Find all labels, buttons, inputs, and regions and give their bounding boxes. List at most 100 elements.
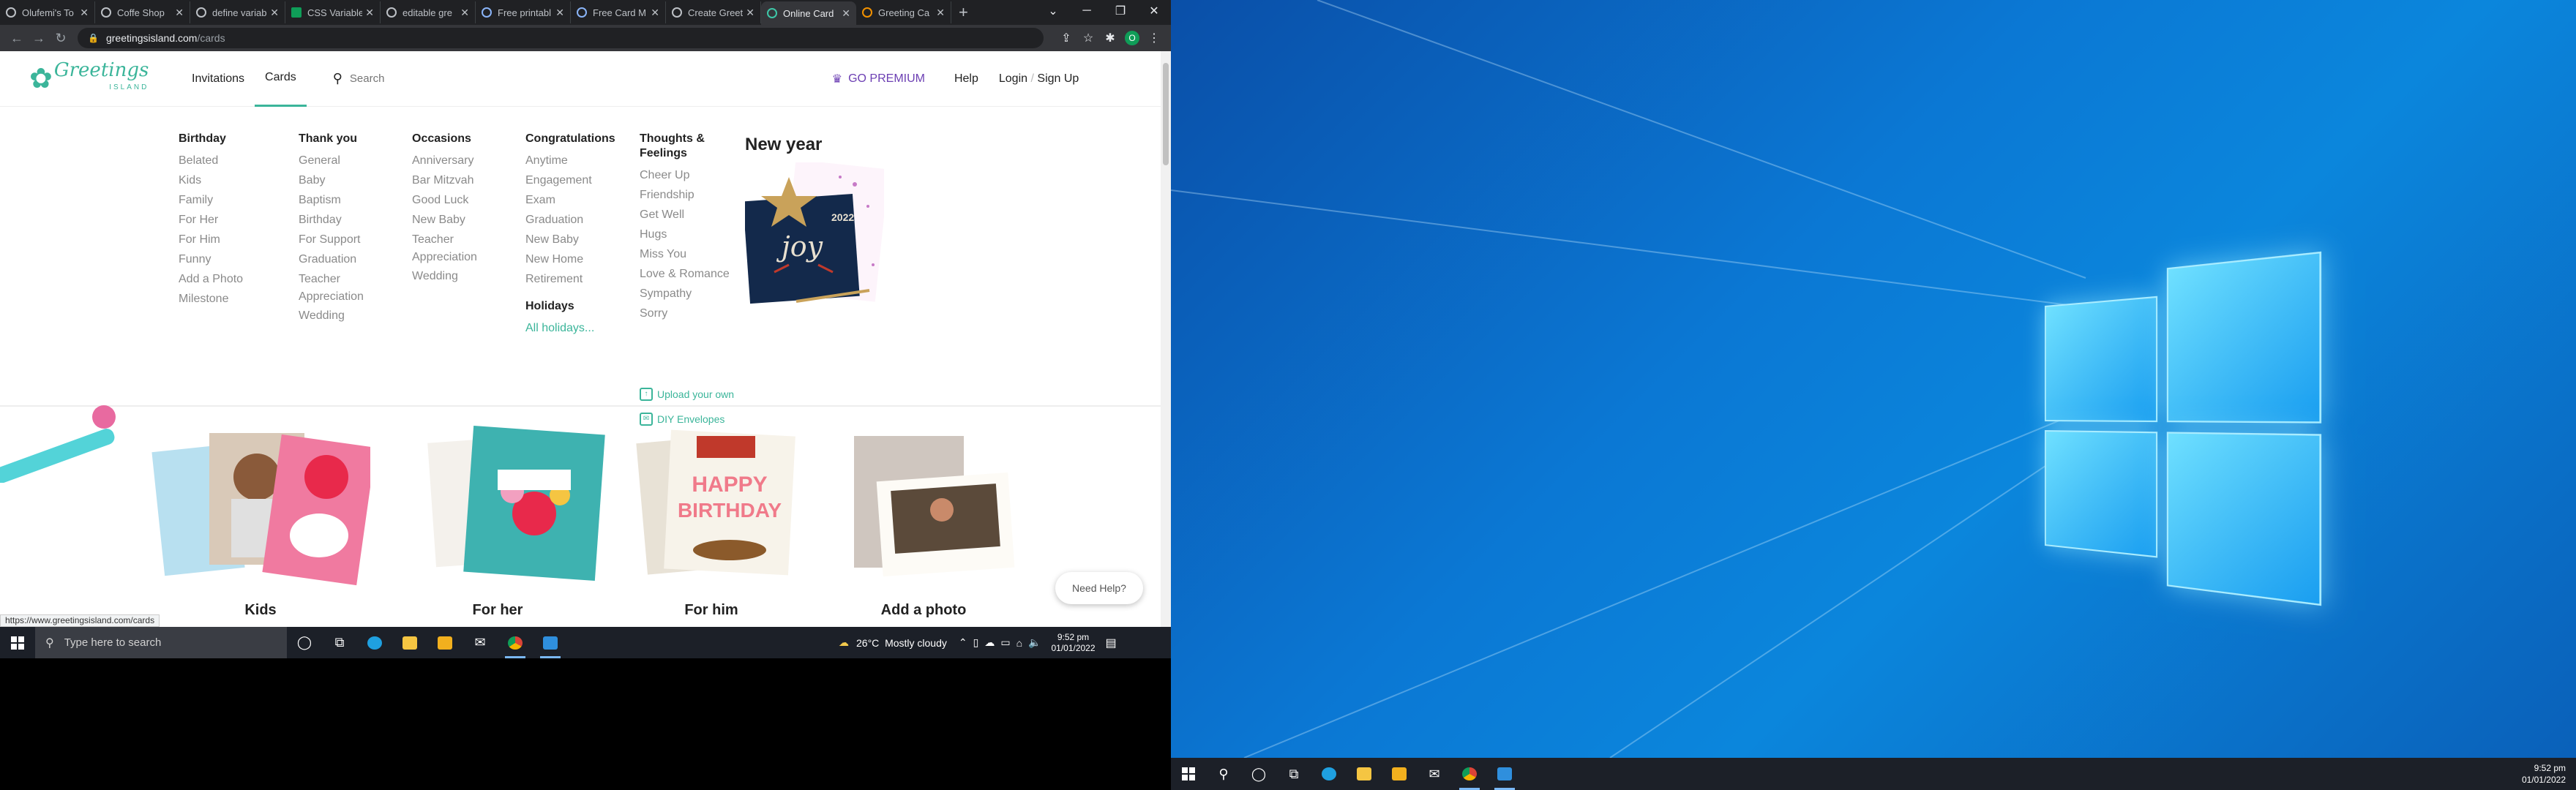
store-icon[interactable] xyxy=(427,627,463,658)
menu-link[interactable]: Sorry xyxy=(640,304,730,323)
browser-tab[interactable]: Create Greet ✕ xyxy=(666,1,761,23)
menu-link[interactable]: New Baby xyxy=(525,230,615,249)
taskbar-clock[interactable]: 9:52 pm 01/01/2022 xyxy=(1051,632,1095,654)
page-scrollbar[interactable] xyxy=(1161,51,1171,627)
menu-link[interactable]: General xyxy=(299,151,364,170)
browser-tab[interactable]: Olufemi's To ✕ xyxy=(0,1,95,23)
reload-button[interactable]: ↻ xyxy=(50,31,72,46)
maximize-button[interactable]: ❐ xyxy=(1104,0,1137,22)
diy-envelopes-link[interactable]: ✉ DIY Envelopes xyxy=(640,413,724,426)
product-for-him[interactable]: HAPPY BIRTHDAY For him xyxy=(602,426,821,623)
battery-icon[interactable]: ▭ xyxy=(1000,636,1010,649)
menu-link[interactable]: Wedding xyxy=(412,266,477,286)
login-link[interactable]: Login xyxy=(999,72,1027,85)
menu-link[interactable]: New Baby xyxy=(412,210,477,230)
menu-link[interactable]: Cheer Up xyxy=(640,165,730,185)
browser-tab[interactable]: define variab ✕ xyxy=(190,1,285,23)
menu-link[interactable]: Miss You xyxy=(640,244,730,264)
mail-icon[interactable]: ✉ xyxy=(463,627,498,658)
weather-widget[interactable]: ☁ 26°C Mostly cloudy xyxy=(839,636,947,649)
greetings-island-logo[interactable]: ✿ Greetings ISLAND xyxy=(29,61,146,97)
menu-link[interactable]: Kids xyxy=(179,170,243,190)
close-icon[interactable]: ✕ xyxy=(555,7,564,19)
menu-link[interactable]: Belated xyxy=(179,151,243,170)
cortana-icon[interactable]: ◯ xyxy=(1241,759,1276,790)
mail-icon[interactable]: ✉ xyxy=(1417,759,1452,790)
forward-button[interactable]: → xyxy=(28,31,50,46)
file-explorer-icon[interactable] xyxy=(392,627,427,658)
address-bar[interactable]: 🔒 greetingsisland.com/cards xyxy=(78,28,1044,48)
menu-heading[interactable]: Birthday xyxy=(179,132,243,146)
taskbar-search[interactable]: ⚲ Type here to search xyxy=(35,627,287,658)
cortana-icon[interactable]: ◯ xyxy=(287,627,322,658)
menu-link[interactable]: Anniversary xyxy=(412,151,477,170)
vscode-icon[interactable] xyxy=(1487,759,1522,790)
start-button[interactable] xyxy=(0,627,35,658)
browser-tab[interactable]: Free printabl ✕ xyxy=(476,1,571,23)
lock-icon[interactable]: 🔒 xyxy=(88,33,99,43)
menu-link[interactable]: New Home xyxy=(525,249,615,269)
new-year-card-image[interactable]: joy 2022 xyxy=(745,162,884,309)
menu-link[interactable]: Love & Romance xyxy=(640,264,730,284)
close-icon[interactable]: ✕ xyxy=(80,7,89,19)
browser-tab[interactable]: editable gre ✕ xyxy=(381,1,476,23)
menu-link[interactable]: Hugs xyxy=(640,225,730,244)
share-icon[interactable]: ⇪ xyxy=(1055,31,1077,45)
vscode-icon[interactable] xyxy=(533,627,568,658)
phone-icon[interactable]: ▯ xyxy=(973,636,979,649)
featured-new-year[interactable]: New year joy 2022 xyxy=(745,135,822,158)
browser-tab[interactable]: Greeting Ca ✕ xyxy=(856,1,951,23)
menu-heading-holidays[interactable]: Holidays xyxy=(525,299,615,314)
menu-heading[interactable]: Thank you xyxy=(299,132,364,146)
product-for-her[interactable]: For her xyxy=(388,426,607,623)
menu-kebab-icon[interactable]: ⋮ xyxy=(1143,31,1165,45)
upload-own-link[interactable]: ↑ Upload your own xyxy=(640,388,734,401)
menu-link[interactable]: For Support xyxy=(299,230,364,249)
help-link[interactable]: Help xyxy=(954,72,978,86)
menu-link[interactable]: Exam xyxy=(525,190,615,210)
menu-link[interactable]: Get Well xyxy=(640,205,730,225)
menu-link[interactable]: Baptism xyxy=(299,190,364,210)
task-view-icon[interactable]: ⧉ xyxy=(322,627,357,658)
chevron-up-icon[interactable]: ⌃ xyxy=(959,636,967,649)
new-tab-button[interactable]: + xyxy=(959,3,968,22)
nav-cards[interactable]: Cards xyxy=(255,51,307,107)
menu-link[interactable]: Retirement xyxy=(525,269,615,289)
menu-link[interactable]: Good Luck xyxy=(412,190,477,210)
bookmark-star-icon[interactable]: ☆ xyxy=(1077,31,1099,45)
search-input[interactable] xyxy=(350,72,789,85)
minimize-button[interactable]: ─ xyxy=(1070,0,1104,22)
close-icon[interactable]: ✕ xyxy=(651,7,659,19)
menu-link[interactable]: Friendship xyxy=(640,185,730,205)
menu-link[interactable]: Anytime xyxy=(525,151,615,170)
menu-link[interactable]: Baby xyxy=(299,170,364,190)
profile-avatar[interactable]: O xyxy=(1125,31,1139,45)
close-icon[interactable]: ✕ xyxy=(270,7,279,19)
menu-link[interactable]: Bar Mitzvah xyxy=(412,170,477,190)
menu-link[interactable]: Teacher xyxy=(299,271,364,288)
notification-icon[interactable]: ▤ xyxy=(1106,636,1117,650)
menu-link[interactable]: Wedding xyxy=(299,306,364,326)
edge-icon[interactable] xyxy=(1311,759,1347,790)
menu-link[interactable]: Family xyxy=(179,190,243,210)
all-holidays-link[interactable]: All holidays... xyxy=(525,318,615,338)
menu-link[interactable]: Teacher xyxy=(412,231,477,249)
search-icon[interactable]: ⚲ xyxy=(1206,759,1241,790)
menu-link[interactable]: Graduation xyxy=(299,249,364,269)
volume-icon[interactable]: 🔈 xyxy=(1028,636,1041,649)
signup-link[interactable]: Sign Up xyxy=(1037,72,1079,85)
product-add-photo[interactable]: Add a photo xyxy=(814,426,1033,623)
browser-tab[interactable]: CSS Variable ✕ xyxy=(285,1,381,23)
network-icon[interactable]: ⌂ xyxy=(1016,637,1022,649)
menu-link[interactable]: Milestone xyxy=(179,289,243,309)
menu-heading[interactable]: Occasions xyxy=(412,132,477,146)
task-view-icon[interactable]: ⧉ xyxy=(1276,759,1311,790)
product-kids[interactable]: Kids xyxy=(151,426,370,623)
browser-tab-active[interactable]: Online Card ✕ xyxy=(761,1,856,25)
cloud-icon[interactable]: ☁ xyxy=(984,636,995,649)
browser-tab[interactable]: Free Card M ✕ xyxy=(571,1,666,23)
scrollbar-thumb[interactable] xyxy=(1163,63,1169,165)
menu-link[interactable]: Sympathy xyxy=(640,284,730,304)
close-icon[interactable]: ✕ xyxy=(842,7,850,20)
close-window-button[interactable]: ✕ xyxy=(1137,0,1171,22)
